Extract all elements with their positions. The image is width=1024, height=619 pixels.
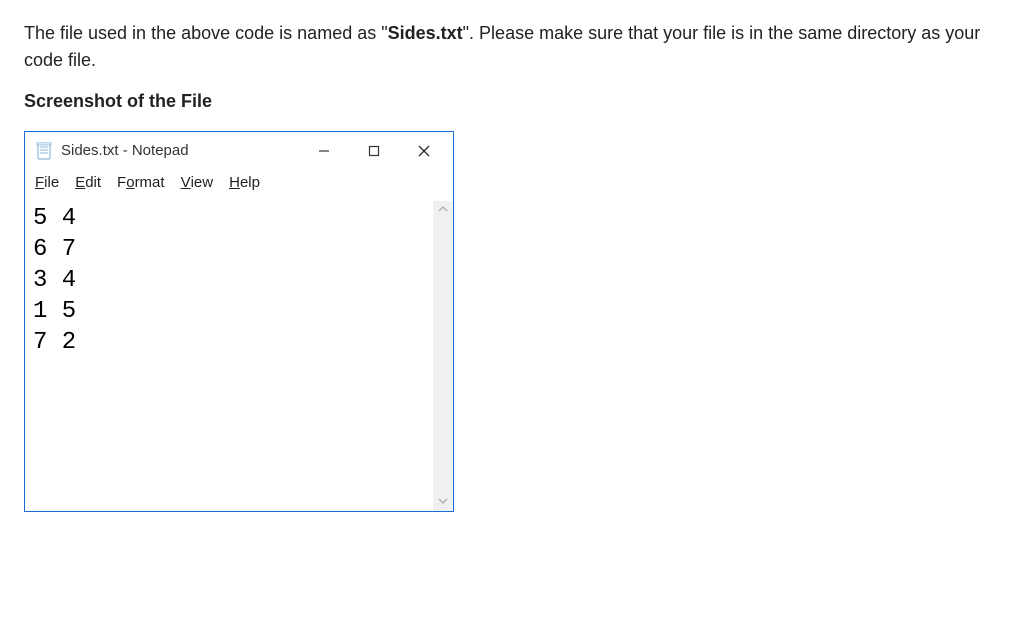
text-content[interactable]: 5 4 6 7 3 4 1 5 7 2 <box>25 201 433 511</box>
content-area: 5 4 6 7 3 4 1 5 7 2 <box>25 201 453 511</box>
vertical-scrollbar[interactable] <box>433 201 453 511</box>
notepad-icon <box>35 142 53 160</box>
intro-paragraph: The file used in the above code is named… <box>24 20 1000 74</box>
screenshot-heading: Screenshot of the File <box>24 88 1000 115</box>
intro-filename-bold: Sides.txt <box>388 23 463 43</box>
menu-view[interactable]: View <box>181 172 214 195</box>
menu-edit[interactable]: Edit <box>75 172 101 195</box>
menu-help[interactable]: Help <box>229 172 260 195</box>
scroll-up-arrow-icon[interactable] <box>433 203 453 217</box>
menubar: File Edit Format View Help <box>25 170 453 201</box>
titlebar: Sides.txt - Notepad <box>25 132 453 170</box>
window-title: Sides.txt - Notepad <box>61 140 189 163</box>
menu-format[interactable]: Format <box>117 172 165 195</box>
menu-file[interactable]: File <box>35 172 59 195</box>
minimize-button[interactable] <box>299 132 349 170</box>
maximize-button[interactable] <box>349 132 399 170</box>
notepad-window: Sides.txt - Notepad File Edit Format Vie… <box>24 131 454 512</box>
intro-text-1: The file used in the above code is named… <box>24 23 388 43</box>
close-button[interactable] <box>399 132 449 170</box>
scroll-down-arrow-icon[interactable] <box>433 495 453 509</box>
